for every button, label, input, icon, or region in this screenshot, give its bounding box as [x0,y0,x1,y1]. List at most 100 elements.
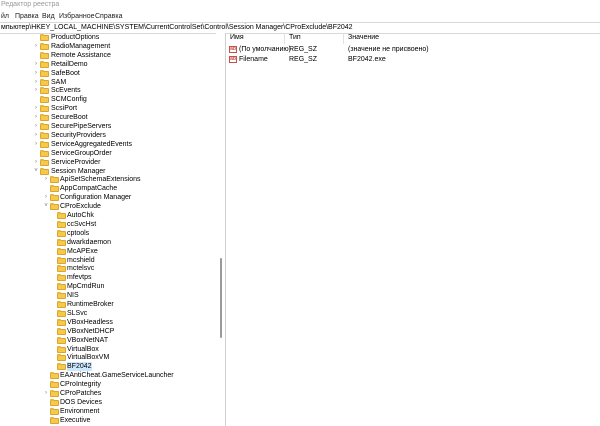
tree-item[interactable]: mctelsvc [0,264,226,273]
value-type: REG_SZ [289,46,318,53]
folder-icon [40,149,49,157]
tree-item[interactable]: › SecurePipeServers [0,122,226,131]
chevron-down-icon[interactable]: ˅ [33,167,39,176]
folder-icon [40,114,49,122]
menu-favorites[interactable]: Избранное [59,13,94,20]
chevron-right-icon[interactable]: › [33,42,39,51]
tree-item[interactable]: BF2042 [0,362,226,372]
tree-item[interactable]: Environment [0,407,226,416]
tree-item-label: Configuration Manager [60,194,132,202]
folder-icon [40,78,49,86]
tree-item[interactable]: MpCmdRun [0,282,226,291]
tree-item-label: RadioManagement [51,42,111,50]
tree-item[interactable]: VBoxHeadless [0,318,226,327]
folder-icon [50,176,59,184]
chevron-right-icon[interactable]: › [33,60,39,69]
folder-icon [40,60,49,68]
folder-icon [40,167,49,175]
tree-item[interactable]: NIS [0,291,226,300]
tree-item[interactable]: VirtualBoxVM [0,353,226,362]
chevron-right-icon[interactable]: › [43,175,49,184]
header-value[interactable]: Значение [348,34,379,41]
chevron-right-icon[interactable]: › [33,122,39,131]
tree-item-label: mcshield [67,256,95,264]
folder-icon [50,372,59,380]
tree-item[interactable]: DOS Devices [0,398,226,407]
registry-tree: ProductOptions › RadioManagement Remote Ass… [0,33,226,426]
tree-item[interactable]: SCMConfig [0,95,226,104]
header-name[interactable]: Имя [230,34,244,41]
folder-icon [40,51,49,59]
folder-icon [40,96,49,104]
folder-icon [57,229,66,237]
tree-scrollbar-thumb[interactable] [220,258,222,338]
tree-item[interactable]: ˅ CProExclude [0,202,226,211]
tree-item[interactable]: › SAM [0,78,226,87]
tree-item[interactable]: VBoxNetNAT [0,336,226,345]
tree-item[interactable]: ProductOptions [0,33,226,42]
tree-item[interactable]: VirtualBox [0,345,226,354]
tree-item[interactable]: EAAntiCheat.GameServiceLauncher [0,371,226,380]
tree-item[interactable]: › RetailDemo [0,60,226,69]
tree-item[interactable]: cptools [0,229,226,238]
header-divider[interactable] [284,33,285,44]
string-value-icon: ab [229,56,237,63]
menu-help[interactable]: Справка [95,13,122,20]
value-row[interactable]: ab Filename REG_SZ BF2042.exe [226,55,600,65]
tree-item[interactable]: Remote Assistance [0,51,226,60]
tree-item[interactable]: ServiceGroupOrder [0,149,226,158]
chevron-right-icon[interactable]: › [33,131,39,140]
chevron-right-icon[interactable]: › [33,86,39,95]
tree-item[interactable]: › ScEvents [0,86,226,95]
header-type[interactable]: Тип [289,34,301,41]
tree-item[interactable]: SLSvc [0,309,226,318]
tree-item[interactable]: › ServiceAggregatedEvents [0,140,226,149]
chevron-right-icon[interactable]: › [33,69,39,78]
tree-item[interactable]: › Configuration Manager [0,193,226,202]
folder-icon [40,42,49,50]
folder-icon [40,140,49,148]
tree-item[interactable]: mfevtps [0,273,226,282]
tree-item[interactable]: mcshield [0,256,226,265]
menu-file[interactable]: йл [1,13,9,20]
tree-item[interactable]: ˅ Session Manager [0,167,226,176]
tree-item[interactable]: McAPExe [0,247,226,256]
tree-item[interactable]: AutoChk [0,211,226,220]
tree-item[interactable]: dwarkdaemon [0,238,226,247]
chevron-right-icon[interactable]: › [33,113,39,122]
tree-item[interactable]: › ApiSetSchemaExtensions [0,175,226,184]
chevron-right-icon[interactable]: › [33,140,39,149]
tree-item-label: ccSvcHst [67,220,97,228]
menu-view[interactable]: Вид [42,13,55,20]
tree-item[interactable]: › RadioManagement [0,42,226,51]
value-row[interactable]: ab (По умолчанию) REG_SZ (значение не пр… [226,45,600,55]
folder-icon [50,390,59,397]
tree-item[interactable]: › CProPatches [0,389,226,398]
chevron-right-icon[interactable]: › [43,389,49,398]
title-bar: Редактор реестра [0,0,600,11]
tree-item[interactable]: › SecureBoot [0,113,226,122]
chevron-right-icon[interactable]: › [33,104,39,113]
tree-item[interactable]: ccSvcHst [0,220,226,229]
value-type: REG_SZ [289,56,318,63]
chevron-down-icon[interactable]: ˅ [43,202,49,211]
tree-item[interactable]: › SafeBoot [0,69,226,78]
tree-item[interactable]: › ServiceProvider [0,158,226,167]
tree-item-label: McAPExe [67,247,98,255]
tree-item[interactable]: › ScsiPort [0,104,226,113]
tree-item[interactable]: AppCompatCache [0,184,226,193]
tree-item[interactable]: Executive [0,416,226,425]
chevron-right-icon[interactable]: › [43,193,49,202]
tree-item-label: RuntimeBroker [67,301,114,308]
tree-item[interactable]: CProIntegrity [0,380,226,389]
tree-item[interactable]: RuntimeBroker [0,300,226,309]
menu-edit[interactable]: Правка [15,13,39,20]
tree-item[interactable]: › SecurityProviders [0,131,226,140]
chevron-right-icon[interactable]: › [33,78,39,87]
tree-item[interactable]: VBoxNetDHCP [0,327,226,336]
tree-item-label: ServiceGroupOrder [51,149,112,157]
tree-item-label: ServiceAggregatedEvents [51,140,132,148]
header-divider[interactable] [343,33,344,44]
chevron-right-icon[interactable]: › [33,158,39,167]
tree-item-label: dwarkdaemon [67,238,111,246]
